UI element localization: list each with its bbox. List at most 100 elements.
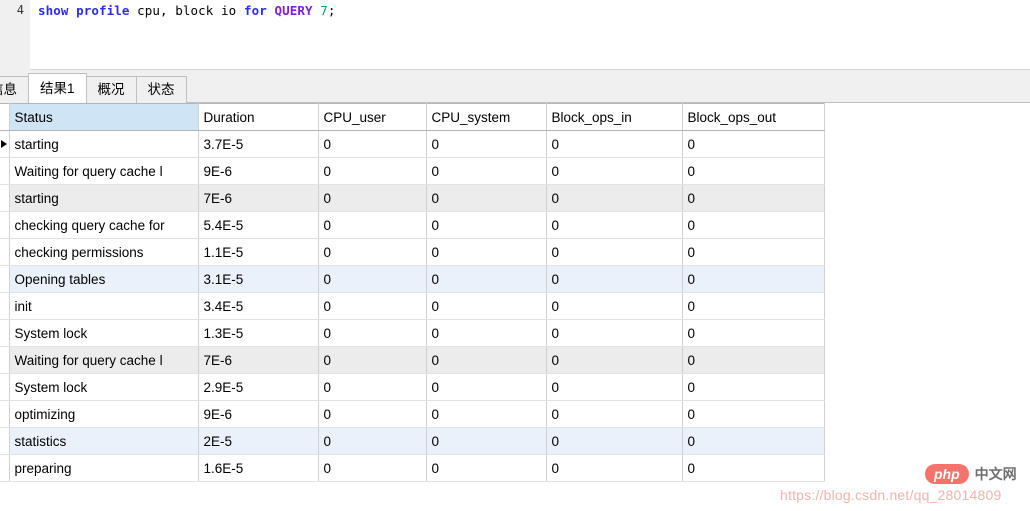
cell-status[interactable]: Waiting for query cache l xyxy=(9,347,198,374)
cell-block_ops_out[interactable]: 0 xyxy=(682,428,824,455)
row-indicator-cell[interactable] xyxy=(0,131,9,158)
cell-cpu_user[interactable]: 0 xyxy=(318,347,426,374)
cell-status[interactable]: starting xyxy=(9,185,198,212)
table-row[interactable]: init3.4E-50000 xyxy=(0,293,824,320)
cell-duration[interactable]: 3.4E-5 xyxy=(198,293,318,320)
cell-block_ops_in[interactable]: 0 xyxy=(546,131,682,158)
cell-block_ops_in[interactable]: 0 xyxy=(546,185,682,212)
table-row[interactable]: starting3.7E-50000 xyxy=(0,131,824,158)
cell-status[interactable]: preparing xyxy=(9,455,198,482)
cell-duration[interactable]: 2E-5 xyxy=(198,428,318,455)
tab-0[interactable]: 信息 xyxy=(0,76,29,103)
row-indicator-cell[interactable] xyxy=(0,455,9,482)
cell-block_ops_out[interactable]: 0 xyxy=(682,266,824,293)
cell-status[interactable]: checking query cache for xyxy=(9,212,198,239)
cell-duration[interactable]: 9E-6 xyxy=(198,158,318,185)
cell-duration[interactable]: 1.1E-5 xyxy=(198,239,318,266)
cell-cpu_system[interactable]: 0 xyxy=(426,428,546,455)
cell-block_ops_out[interactable]: 0 xyxy=(682,293,824,320)
cell-status[interactable]: System lock xyxy=(9,320,198,347)
cell-block_ops_in[interactable]: 0 xyxy=(546,428,682,455)
cell-block_ops_out[interactable]: 0 xyxy=(682,320,824,347)
cell-block_ops_in[interactable]: 0 xyxy=(546,239,682,266)
column-header-cpu_user[interactable]: CPU_user xyxy=(318,104,426,131)
row-indicator-cell[interactable] xyxy=(0,374,9,401)
row-indicator-cell[interactable] xyxy=(0,239,9,266)
cell-cpu_system[interactable]: 0 xyxy=(426,131,546,158)
cell-cpu_user[interactable]: 0 xyxy=(318,212,426,239)
cell-cpu_user[interactable]: 0 xyxy=(318,239,426,266)
cell-block_ops_in[interactable]: 0 xyxy=(546,347,682,374)
tab-1-active[interactable]: 结果1 xyxy=(28,73,87,103)
cell-duration[interactable]: 1.3E-5 xyxy=(198,320,318,347)
cell-cpu_system[interactable]: 0 xyxy=(426,212,546,239)
cell-cpu_user[interactable]: 0 xyxy=(318,428,426,455)
cell-status[interactable]: Opening tables xyxy=(9,266,198,293)
cell-block_ops_in[interactable]: 0 xyxy=(546,455,682,482)
column-header-duration[interactable]: Duration xyxy=(198,104,318,131)
table-row[interactable]: preparing1.6E-50000 xyxy=(0,455,824,482)
table-row[interactable]: Waiting for query cache l7E-60000 xyxy=(0,347,824,374)
cell-block_ops_out[interactable]: 0 xyxy=(682,185,824,212)
tab-3[interactable]: 状态 xyxy=(136,76,187,103)
result-grid[interactable]: StatusDurationCPU_userCPU_systemBlock_op… xyxy=(0,103,1030,511)
table-row[interactable]: checking permissions1.1E-50000 xyxy=(0,239,824,266)
column-header-status[interactable]: Status xyxy=(9,104,198,131)
cell-block_ops_in[interactable]: 0 xyxy=(546,158,682,185)
cell-block_ops_out[interactable]: 0 xyxy=(682,347,824,374)
cell-duration[interactable]: 7E-6 xyxy=(198,347,318,374)
cell-duration[interactable]: 5.4E-5 xyxy=(198,212,318,239)
cell-cpu_system[interactable]: 0 xyxy=(426,266,546,293)
cell-block_ops_in[interactable]: 0 xyxy=(546,212,682,239)
tab-2[interactable]: 概况 xyxy=(86,76,137,103)
cell-cpu_system[interactable]: 0 xyxy=(426,320,546,347)
row-indicator-cell[interactable] xyxy=(0,320,9,347)
cell-cpu_system[interactable]: 0 xyxy=(426,185,546,212)
cell-cpu_user[interactable]: 0 xyxy=(318,131,426,158)
table-row[interactable]: System lock2.9E-50000 xyxy=(0,374,824,401)
cell-duration[interactable]: 3.7E-5 xyxy=(198,131,318,158)
cell-status[interactable]: System lock xyxy=(9,374,198,401)
cell-cpu_user[interactable]: 0 xyxy=(318,266,426,293)
cell-cpu_system[interactable]: 0 xyxy=(426,158,546,185)
cell-duration[interactable]: 3.1E-5 xyxy=(198,266,318,293)
table-row[interactable]: Opening tables3.1E-50000 xyxy=(0,266,824,293)
cell-cpu_user[interactable]: 0 xyxy=(318,158,426,185)
row-indicator-cell[interactable] xyxy=(0,428,9,455)
cell-status[interactable]: statistics xyxy=(9,428,198,455)
column-header-cpu_system[interactable]: CPU_system xyxy=(426,104,546,131)
cell-status[interactable]: checking permissions xyxy=(9,239,198,266)
cell-cpu_user[interactable]: 0 xyxy=(318,401,426,428)
cell-block_ops_out[interactable]: 0 xyxy=(682,401,824,428)
cell-duration[interactable]: 1.6E-5 xyxy=(198,455,318,482)
cell-cpu_user[interactable]: 0 xyxy=(318,374,426,401)
row-indicator-cell[interactable] xyxy=(0,185,9,212)
cell-block_ops_out[interactable]: 0 xyxy=(682,212,824,239)
cell-status[interactable]: starting xyxy=(9,131,198,158)
cell-block_ops_in[interactable]: 0 xyxy=(546,320,682,347)
cell-block_ops_out[interactable]: 0 xyxy=(682,131,824,158)
cell-status[interactable]: init xyxy=(9,293,198,320)
sql-statement-line[interactable]: show profile cpu, block io for QUERY 7; xyxy=(38,2,336,19)
cell-cpu_system[interactable]: 0 xyxy=(426,374,546,401)
column-header-block_ops_in[interactable]: Block_ops_in xyxy=(546,104,682,131)
cell-block_ops_out[interactable]: 0 xyxy=(682,455,824,482)
row-indicator-cell[interactable] xyxy=(0,266,9,293)
cell-cpu_user[interactable]: 0 xyxy=(318,455,426,482)
cell-cpu_user[interactable]: 0 xyxy=(318,185,426,212)
row-indicator-cell[interactable] xyxy=(0,293,9,320)
row-indicator-cell[interactable] xyxy=(0,347,9,374)
cell-cpu_system[interactable]: 0 xyxy=(426,455,546,482)
cell-duration[interactable]: 2.9E-5 xyxy=(198,374,318,401)
cell-block_ops_out[interactable]: 0 xyxy=(682,374,824,401)
cell-block_ops_in[interactable]: 0 xyxy=(546,293,682,320)
table-row[interactable]: Waiting for query cache l9E-60000 xyxy=(0,158,824,185)
row-indicator-cell[interactable] xyxy=(0,158,9,185)
table-row[interactable]: System lock1.3E-50000 xyxy=(0,320,824,347)
cell-block_ops_out[interactable]: 0 xyxy=(682,158,824,185)
cell-block_ops_in[interactable]: 0 xyxy=(546,266,682,293)
cell-cpu_user[interactable]: 0 xyxy=(318,320,426,347)
table-row[interactable]: optimizing9E-60000 xyxy=(0,401,824,428)
cell-block_ops_in[interactable]: 0 xyxy=(546,401,682,428)
cell-cpu_system[interactable]: 0 xyxy=(426,347,546,374)
